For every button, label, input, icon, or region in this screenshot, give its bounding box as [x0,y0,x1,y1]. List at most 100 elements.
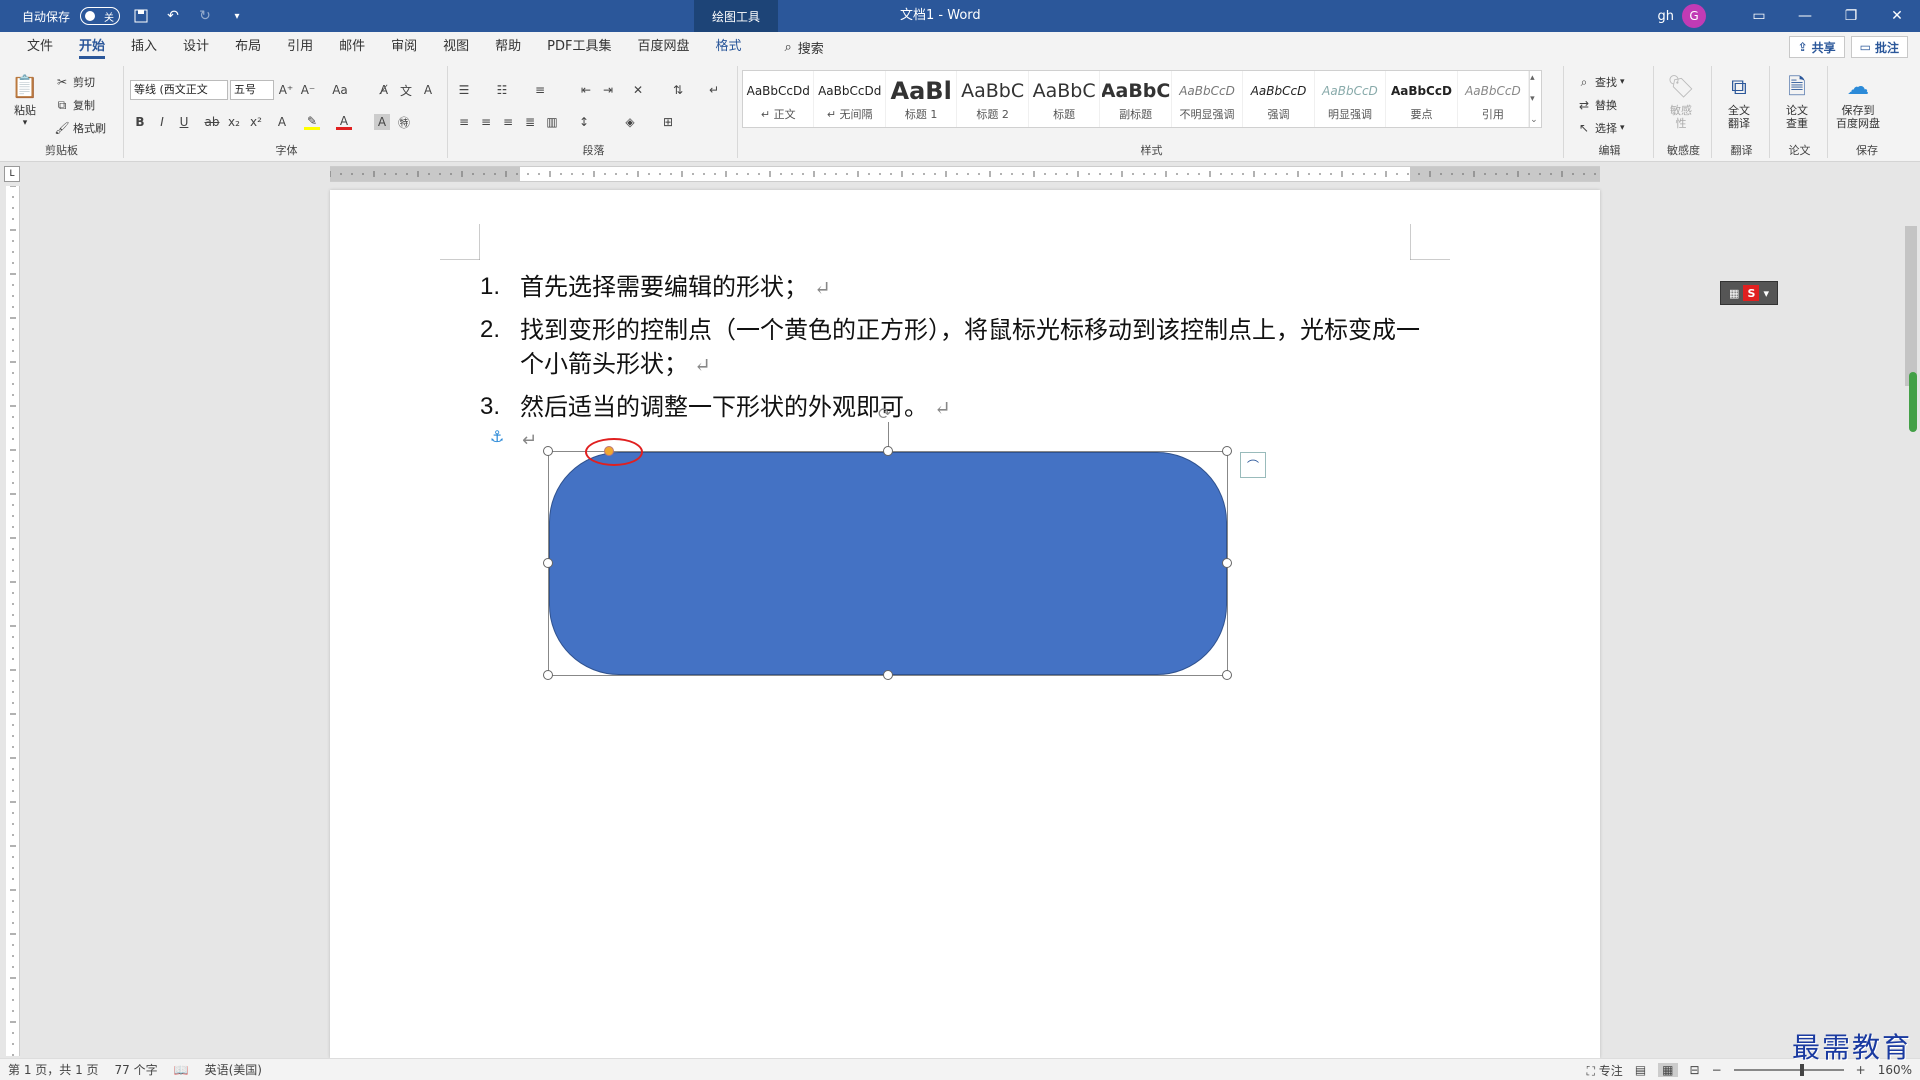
resize-handle-bottom[interactable] [883,670,893,680]
read-mode-icon[interactable]: ▤ [1635,1063,1646,1077]
highlight-button[interactable]: ✎ [304,114,320,130]
rotate-handle-icon[interactable]: ⟳ [878,404,891,423]
show-marks-button[interactable]: ↵ [706,82,722,98]
close-icon[interactable]: ✕ [1874,0,1920,32]
multilevel-list-button[interactable]: ≡ [532,82,548,98]
numbering-button[interactable]: ☷ [494,82,510,98]
horizontal-ruler[interactable] [330,166,1600,182]
phonetic-guide-button[interactable]: 文 [398,82,414,98]
cut-button[interactable]: ✂ 剪切 [54,74,95,90]
tab-insert[interactable]: 插入 [118,32,170,62]
search-box[interactable]: ⌕ 搜索 [785,38,824,57]
list-item[interactable]: 3. 然后适当的调整一下形状的外观即可。 ↵ [480,390,1430,425]
share-button[interactable]: ⇪ 共享 [1788,36,1845,58]
tab-review[interactable]: 审阅 [378,32,430,62]
style-title[interactable]: AaBbC 标题 [1029,71,1101,127]
shrink-font-button[interactable]: A⁻ [300,82,316,98]
tab-home[interactable]: 开始 [66,32,118,62]
customize-quick-access-icon[interactable]: ▾ [226,5,248,27]
sensitivity-button[interactable]: 🏷 敏感 性 [1666,72,1696,130]
enclose-char-button[interactable]: ㊕ [396,114,412,130]
align-right-button[interactable]: ≡ [500,114,516,130]
styles-scroll[interactable]: ▴ ▾ ⌄ [1529,71,1541,127]
paper-check-button[interactable]: 🗎 论文 查重 [1782,72,1812,130]
undo-icon[interactable]: ↶ [162,5,184,27]
text-effects-button[interactable]: A [274,114,290,130]
char-shading-button[interactable]: A [374,114,390,130]
grow-font-button[interactable]: A⁺ [278,82,294,98]
style-heading-2[interactable]: AaBbC 标题 2 [957,71,1029,127]
select-button[interactable]: ↖ 选择 ▾ [1576,120,1625,136]
tab-pdf-tools[interactable]: PDF工具集 [534,32,624,62]
zoom-out-icon[interactable]: − [1712,1063,1722,1077]
translate-button[interactable]: ⧉ 全文 翻译 [1724,72,1754,130]
restore-icon[interactable]: ❐ [1828,0,1874,32]
save-icon[interactable] [130,5,152,27]
resize-handle-right[interactable] [1222,558,1232,568]
style-heading-1[interactable]: AaBl 标题 1 [886,71,958,127]
chinese-layout-button[interactable]: ✕ [630,82,646,98]
user-name[interactable]: gh [1658,9,1675,24]
shading-button[interactable]: ◈ [622,114,638,130]
resize-handle-bottom-right[interactable] [1222,670,1232,680]
bullets-button[interactable]: ☰ [456,82,472,98]
tab-view[interactable]: 视图 [430,32,482,62]
focus-button[interactable]: ⛶ 专注 [1587,1062,1623,1079]
style-quote[interactable]: AaBbCcD 引用 [1458,71,1530,127]
overlay-scroll-indicator[interactable] [1909,372,1917,432]
resize-handle-top-left[interactable] [543,446,553,456]
tab-format[interactable]: 格式 [703,32,755,62]
char-border-button[interactable]: A [420,82,436,98]
bold-button[interactable]: B [132,114,148,130]
page-count[interactable]: 第 1 页，共 1 页 [8,1061,99,1078]
tab-baidu-netdisk[interactable]: 百度网盘 [624,32,702,62]
style-subtitle[interactable]: AaBbC 副标题 [1100,71,1172,127]
find-button[interactable]: ⌕ 查找 ▾ [1576,74,1625,90]
tab-help[interactable]: 帮助 [482,32,534,62]
autosave-toggle[interactable]: 关 [80,7,121,25]
avatar[interactable]: G [1682,4,1706,28]
zoom-slider[interactable] [1733,1064,1844,1076]
font-name-select[interactable]: 等线 (西文正文 [130,80,228,100]
align-center-button[interactable]: ≡ [478,114,494,130]
tab-layout[interactable]: 布局 [222,32,274,62]
save-to-netdisk-button[interactable]: ☁ 保存到 百度网盘 [1836,72,1880,130]
style-no-spacing[interactable]: AaBbCcDd ↵ 无间隔 [814,71,886,127]
resize-handle-top[interactable] [883,446,893,456]
language[interactable]: 英语(美国) [205,1061,262,1078]
sort-button[interactable]: ⇅ [670,82,686,98]
decrease-indent-button[interactable]: ⇤ [578,82,594,98]
style-normal[interactable]: AaBbCcDd ↵ 正文 [743,71,815,127]
style-intense-emphasis[interactable]: AaBbCcD 明显强调 [1315,71,1387,127]
tab-design[interactable]: 设计 [170,32,222,62]
drawing-tools-context-tab[interactable]: 绘图工具 [694,0,778,32]
resize-handle-bottom-left[interactable] [543,670,553,680]
list-item[interactable]: 1. 首先选择需要编辑的形状； ↵ [480,270,1430,305]
comments-button[interactable]: ▭ 批注 [1850,36,1908,58]
resize-handle-left[interactable] [543,558,553,568]
replace-button[interactable]: ⇄ 替换 [1576,97,1617,113]
paste-button[interactable]: 📋 粘贴 ▾ [10,72,40,130]
tab-stop-selector[interactable]: L [4,166,20,182]
proofing-icon[interactable]: 📖 [174,1063,189,1077]
clear-format-button[interactable]: A̸ [376,82,392,98]
ime-toolbar[interactable]: ▦ S ▾ [1720,281,1778,305]
distributed-button[interactable]: ▥ [544,114,560,130]
resize-handle-top-right[interactable] [1222,446,1232,456]
web-layout-icon[interactable]: ⊟ [1690,1063,1700,1077]
minimize-icon[interactable]: — [1782,0,1828,32]
line-spacing-button[interactable]: ↕ [576,114,592,130]
superscript-button[interactable]: x² [248,114,264,130]
align-left-button[interactable]: ≡ [456,114,472,130]
style-strong[interactable]: AaBbCcD 要点 [1386,71,1458,127]
vertical-scrollbar[interactable] [1904,166,1918,1056]
list-item[interactable]: 2. 找到变形的控制点（一个黄色的正方形），将鼠标光标移动到该控制点上，光标变成… [480,313,1430,382]
tab-file[interactable]: 文件 [14,32,66,62]
ribbon-display-icon[interactable]: ▭ [1736,0,1782,32]
vertical-ruler[interactable] [6,186,20,1056]
font-size-select[interactable]: 五号 [230,80,274,100]
underline-button[interactable]: U [176,114,192,130]
borders-button[interactable]: ⊞ [660,114,676,130]
layout-options-icon[interactable]: ⌒ [1240,452,1266,478]
print-layout-icon[interactable]: ▦ [1658,1063,1678,1077]
